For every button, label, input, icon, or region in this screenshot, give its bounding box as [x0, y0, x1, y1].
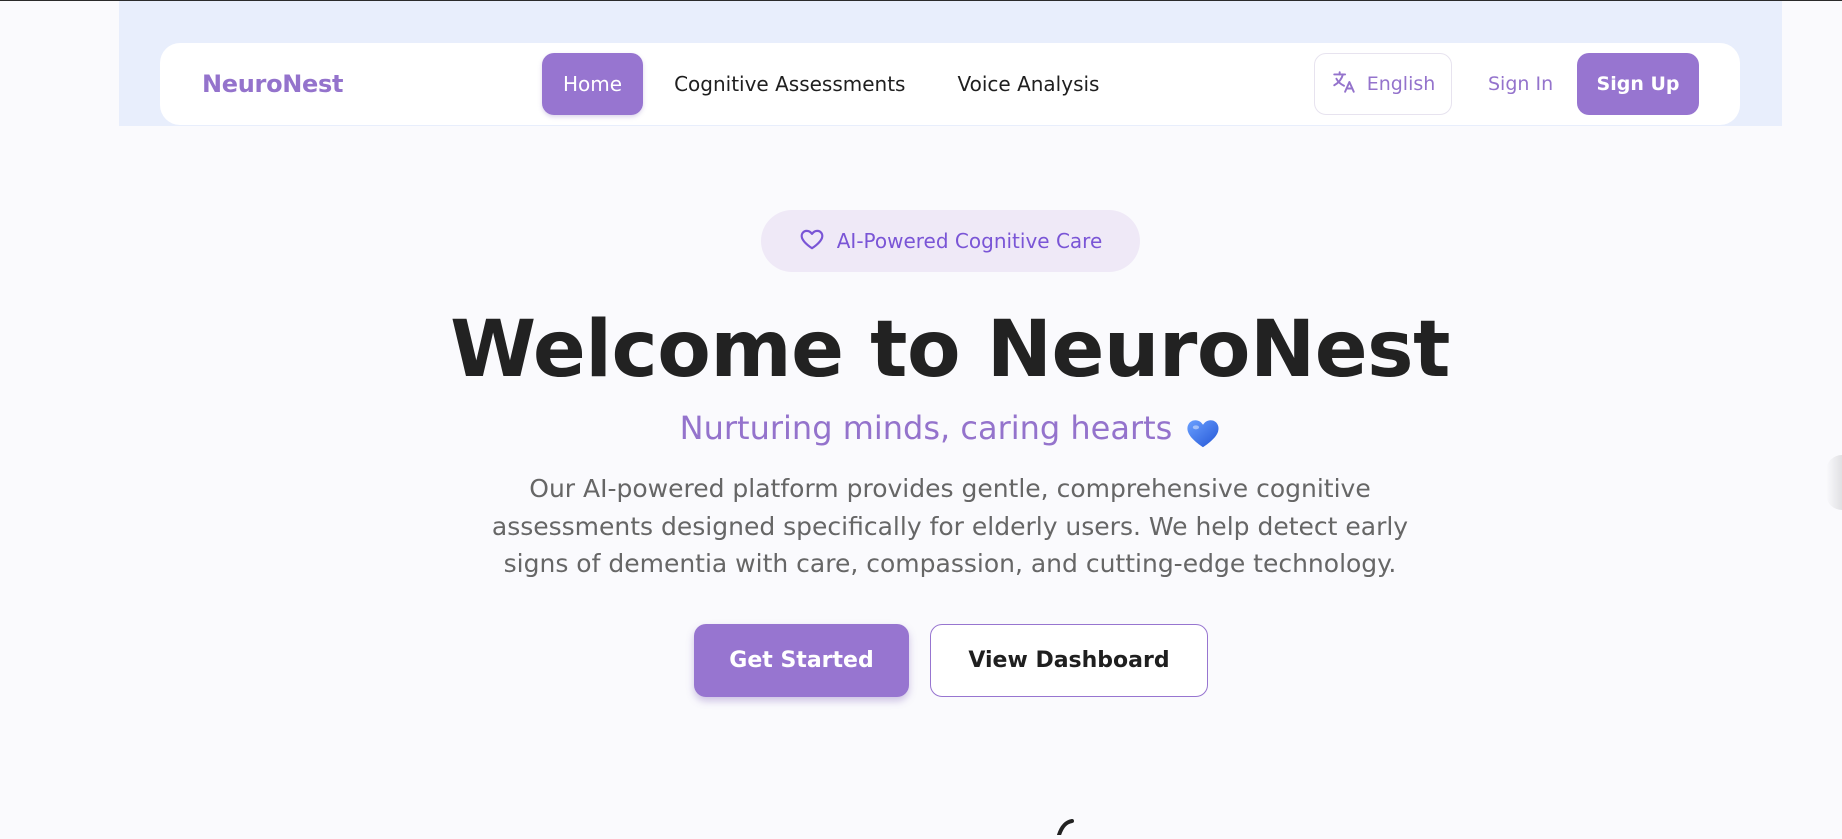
language-selector-button[interactable]: English	[1314, 53, 1452, 115]
floating-widget-edge[interactable]	[1826, 455, 1842, 510]
hero-subtitle: Nurturing minds, caring hearts	[0, 404, 1842, 452]
sign-in-link[interactable]: Sign In	[1476, 53, 1565, 115]
hero-description: Our AI-powered platform provides gentle,…	[491, 474, 1409, 578]
translate-icon	[1331, 69, 1357, 100]
nav-link-cognitive-assessments[interactable]: Cognitive Assessments	[653, 53, 926, 115]
sign-up-button[interactable]: Sign Up	[1577, 53, 1699, 115]
language-label: English	[1366, 73, 1436, 95]
heart-outline-icon	[799, 226, 825, 257]
page-title: Welcome to NeuroNest	[450, 305, 1450, 395]
view-dashboard-button[interactable]: View Dashboard	[930, 624, 1208, 697]
hero-subtitle-text: Nurturing minds, caring hearts	[679, 409, 1173, 447]
nav-link-home[interactable]: Home	[542, 53, 644, 115]
navbar: NeuroNest Home Cognitive Assessments Voi…	[160, 43, 1740, 125]
hero-badge: AI-Powered Cognitive Care	[761, 210, 1140, 272]
brand-logo[interactable]: NeuroNest	[202, 43, 344, 125]
next-section-glyph-fragment	[1056, 818, 1074, 837]
nav-links: Home Cognitive Assessments Voice Analysi…	[542, 53, 1130, 115]
get-started-button[interactable]: Get Started	[694, 624, 909, 697]
hero-badge-label: AI-Powered Cognitive Care	[836, 229, 1103, 253]
nav-link-voice-analysis[interactable]: Voice Analysis	[936, 53, 1120, 115]
blue-heart-emoji-icon	[1186, 414, 1220, 448]
